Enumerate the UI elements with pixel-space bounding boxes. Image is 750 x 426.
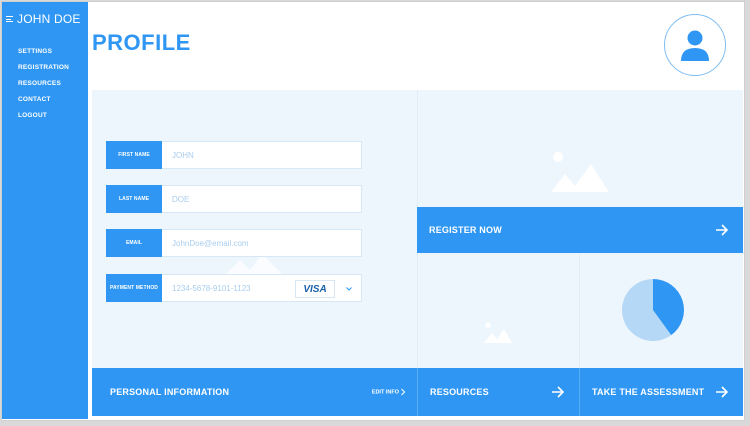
resources-button[interactable]: RESOURCES <box>417 368 579 416</box>
first-name-row: FIRST NAME JOHN <box>106 141 362 169</box>
assessment-pie-chart <box>622 279 684 341</box>
arrow-right-icon <box>716 224 729 236</box>
register-now-button[interactable]: REGISTER NOW <box>417 207 743 253</box>
resources-label: RESOURCES <box>430 387 489 397</box>
sidebar-item-registration[interactable]: REGISTRATION <box>18 62 69 78</box>
email-label: EMAIL <box>106 229 162 257</box>
arrow-right-icon <box>552 386 565 398</box>
hamburger-icon[interactable] <box>6 16 13 22</box>
email-input[interactable]: JohnDoe@email.com <box>162 229 362 257</box>
sidebar-nav: SETTINGS REGISTRATION RESOURCES CONTACT … <box>18 46 69 126</box>
payment-input[interactable]: 1234-5678-9101-1123 VISA <box>162 274 362 302</box>
last-name-row: LAST NAME DOE <box>106 185 362 213</box>
edit-info-label: EDIT INFO <box>371 389 399 395</box>
visa-icon: VISA <box>295 280 335 298</box>
email-row: EMAIL JohnDoe@email.com <box>106 229 362 257</box>
take-assessment-button[interactable]: TAKE THE ASSESSMENT <box>579 368 743 416</box>
sidebar: JOHN DOE SETTINGS REGISTRATION RESOURCES… <box>2 2 88 419</box>
user-name: JOHN DOE <box>17 12 81 26</box>
avatar[interactable] <box>664 14 726 76</box>
user-avatar-icon <box>681 30 709 61</box>
sidebar-item-contact[interactable]: CONTACT <box>18 94 69 110</box>
take-assessment-label: TAKE THE ASSESSMENT <box>592 387 705 397</box>
personal-information-label: PERSONAL INFORMATION <box>110 387 230 397</box>
register-now-label: REGISTER NOW <box>429 225 502 235</box>
profile-form-panel: FIRST NAME JOHN LAST NAME DOE EMAIL John… <box>92 90 417 368</box>
chevron-right-icon <box>401 388 405 396</box>
sidebar-item-resources[interactable]: RESOURCES <box>18 78 69 94</box>
arrow-right-icon <box>716 386 729 398</box>
first-name-label: FIRST NAME <box>106 141 162 169</box>
resources-image-panel <box>417 253 579 368</box>
image-placeholder-icon <box>484 322 512 343</box>
assessment-chart-panel <box>579 253 743 368</box>
personal-information-tile[interactable]: PERSONAL INFORMATION EDIT INFO <box>92 368 417 416</box>
last-name-input[interactable]: DOE <box>162 185 362 213</box>
first-name-input[interactable]: JOHN <box>162 141 362 169</box>
payment-label: PAYMENT METHOD <box>106 274 162 302</box>
chevron-down-icon[interactable] <box>346 284 352 293</box>
edit-info-link[interactable]: EDIT INFO <box>371 388 405 396</box>
image-placeholder-icon <box>551 152 609 192</box>
last-name-label: LAST NAME <box>106 185 162 213</box>
payment-row: PAYMENT METHOD 1234-5678-9101-1123 VISA <box>106 274 362 302</box>
sidebar-item-logout[interactable]: LOGOUT <box>18 110 69 126</box>
card-number: 1234-5678-9101-1123 <box>172 283 251 293</box>
sidebar-item-settings[interactable]: SETTINGS <box>18 46 69 62</box>
brand: JOHN DOE <box>6 12 81 26</box>
page-title: PROFILE <box>92 30 191 55</box>
main-content: FIRST NAME JOHN LAST NAME DOE EMAIL John… <box>92 90 743 416</box>
register-image-panel <box>417 90 743 207</box>
